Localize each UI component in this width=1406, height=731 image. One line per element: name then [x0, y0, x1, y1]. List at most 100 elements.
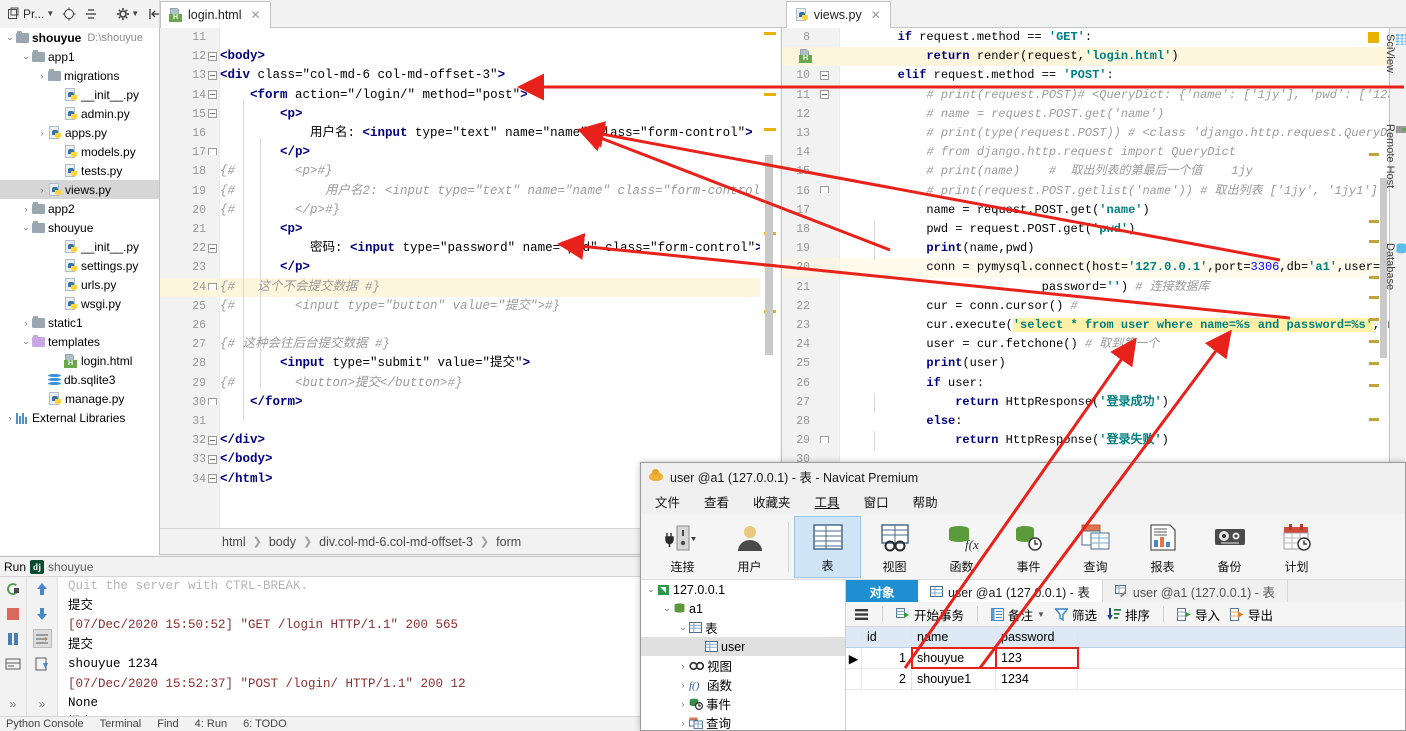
chevron-right-icon[interactable]: › — [36, 180, 48, 199]
navicat-window[interactable]: user @a1 (127.0.0.1) - 表 - Navicat Premi… — [640, 462, 1406, 731]
project-tree-panel[interactable]: ⌄ shouyue D:\shouyue ⌄ app1 › migrations __init… — [0, 28, 160, 555]
collapse-all-button[interactable] — [81, 3, 101, 25]
close-icon[interactable]: ✕ — [251, 8, 261, 22]
toolbar-backup[interactable]: 备份 — [1196, 516, 1263, 578]
toolbar-query[interactable]: 查询 — [1062, 516, 1129, 578]
editor-login-html[interactable]: 11 12 13 14 15 16 17 18 19 20 21 22 23 24 25 26 27 28 29 30… — [160, 28, 780, 528]
navicat-tree-item--[interactable]: ⌄ 表 — [641, 618, 845, 637]
tree-item---init---py[interactable]: __init__.py — [0, 85, 159, 104]
status-item-todo[interactable]: 6: TODO — [243, 718, 287, 730]
tool-database[interactable]: Database — [1384, 243, 1406, 290]
tab-views-py[interactable]: views.py ✕ — [785, 0, 891, 28]
toolbar-table[interactable]: 表 — [794, 515, 861, 578]
tree-item-manage-py[interactable]: manage.py — [0, 389, 159, 408]
tab-user-table-editor[interactable]: user @a1 (127.0.0.1) - 表 — [1102, 580, 1288, 602]
toolbar-function[interactable]: f(x) 函数 — [928, 516, 995, 578]
fold-toggle[interactable] — [208, 71, 217, 80]
status-item-find[interactable]: Find — [157, 718, 178, 730]
fold-toggle[interactable] — [820, 90, 829, 99]
code-content-left[interactable]: <body> <div class="col-md-6 col-md-offset… — [220, 28, 780, 528]
chevron-right-icon[interactable]: › — [4, 408, 16, 427]
status-item-terminal[interactable]: Terminal — [100, 718, 142, 730]
menu-tools[interactable]: 工具 — [815, 492, 840, 511]
chevron-down-icon[interactable]: ⌄ — [20, 332, 32, 351]
grid-col-password[interactable]: password — [996, 627, 1078, 647]
chevron-down-icon[interactable]: ⌄ — [645, 580, 657, 599]
navicat-tree-item---[interactable]: › f() 函数 — [641, 675, 845, 694]
fold-toggle[interactable] — [208, 52, 217, 61]
pause-button[interactable] — [4, 629, 23, 648]
fold-toggle[interactable] — [820, 71, 829, 80]
chevron-down-icon[interactable]: ⌄ — [20, 47, 32, 66]
project-selector-button[interactable]: Pr... ▼ — [4, 3, 57, 25]
navicat-tree-item-user[interactable]: user — [641, 637, 845, 656]
tree-item-db-sqlite3[interactable]: db.sqlite3 — [0, 370, 159, 389]
breadcrumb-item-div[interactable]: div.col-md-6.col-md-offset-3 — [319, 535, 473, 549]
chevron-right-icon[interactable]: › — [20, 313, 32, 332]
fold-toggle[interactable] — [208, 436, 217, 445]
chevron-down-icon[interactable]: ⌄ — [20, 218, 32, 237]
tree-item-wsgi-py[interactable]: wsgi.py — [0, 294, 159, 313]
cell-password[interactable]: 123 — [995, 647, 1079, 669]
chevron-right-icon[interactable]: › — [677, 656, 689, 675]
fold-end[interactable] — [208, 148, 217, 155]
rerun-button[interactable] — [4, 579, 23, 598]
chevron-down-icon[interactable]: ⌄ — [4, 28, 16, 47]
tree-item-shouyue[interactable]: ⌄ shouyue — [0, 218, 159, 237]
toolbar-user[interactable]: 用户 — [716, 516, 783, 578]
tree-item-app1[interactable]: ⌄ app1 — [0, 47, 159, 66]
status-item-python-console[interactable]: Python Console — [6, 718, 84, 730]
fold-end[interactable] — [208, 398, 217, 405]
table-row[interactable]: 2 shouyue1 1234 — [846, 669, 1405, 690]
editor-scrollbar-left[interactable] — [765, 155, 773, 355]
tree-item---init---py[interactable]: __init__.py — [0, 237, 159, 256]
menu-favorites[interactable]: 收藏夹 — [753, 492, 791, 511]
tree-item-external-libraries[interactable]: › External Libraries — [0, 408, 159, 427]
breadcrumb-item-form[interactable]: form — [496, 535, 521, 549]
navicat-tree-item-127-0-0-1[interactable]: ⌄ 127.0.0.1 — [641, 580, 845, 599]
menu-help[interactable]: 帮助 — [913, 492, 938, 511]
tree-item-static1[interactable]: › static1 — [0, 313, 159, 332]
cell-name[interactable]: shouyue — [911, 647, 997, 669]
editor-views-py[interactable]: 8910111213141516171819202122232425262728… — [781, 28, 1389, 468]
tree-item-tests-py[interactable]: tests.py — [0, 161, 159, 180]
tree-item-login-html[interactable]: Hlogin.html — [0, 351, 159, 370]
save-output-button[interactable] — [33, 654, 52, 673]
scroll-down-button[interactable] — [33, 604, 52, 623]
tree-item-urls-py[interactable]: urls.py — [0, 275, 159, 294]
fold-end[interactable] — [208, 283, 217, 290]
tab-user-table[interactable]: user @a1 (127.0.0.1) - 表 — [918, 580, 1103, 602]
start-transaction-button[interactable]: 开始事务 — [896, 605, 964, 624]
toolbar-connection[interactable]: 连接 — [649, 516, 716, 578]
tree-item-shouyue[interactable]: ⌄ shouyue D:\shouyue — [0, 28, 159, 47]
fold-end[interactable] — [820, 436, 829, 443]
menu-window[interactable]: 窗口 — [864, 492, 889, 511]
tree-item-app2[interactable]: › app2 — [0, 199, 159, 218]
settings-button[interactable]: ▼ — [113, 3, 142, 25]
toolbar-view[interactable]: 视图 — [861, 516, 928, 578]
note-button[interactable]: 备注 ▼ — [991, 605, 1045, 624]
tree-item-apps-py[interactable]: › apps.py — [0, 123, 159, 142]
fold-end[interactable] — [820, 186, 829, 193]
status-item-run[interactable]: 4: Run — [195, 718, 227, 730]
tree-item-models-py[interactable]: models.py — [0, 142, 159, 161]
chevron-right-icon[interactable]: › — [677, 713, 689, 730]
cell-id[interactable]: 1 — [862, 648, 912, 668]
chevron-down-icon[interactable]: ⌄ — [661, 599, 673, 618]
locate-file-button[interactable] — [59, 3, 79, 25]
chevron-right-icon[interactable]: › — [677, 675, 689, 694]
fold-toggle[interactable] — [208, 109, 217, 118]
grid-col-name[interactable]: name — [912, 627, 996, 647]
grid-col-id[interactable]: id — [862, 627, 912, 647]
import-button[interactable]: 导入 — [1176, 605, 1220, 624]
tree-item-admin-py[interactable]: admin.py — [0, 104, 159, 123]
navicat-tree-item---[interactable]: › 视图 — [641, 656, 845, 675]
cell-id[interactable]: 2 — [862, 669, 912, 689]
navicat-tree-item---[interactable]: › 事件 — [641, 694, 845, 713]
tree-item-migrations[interactable]: › migrations — [0, 66, 159, 85]
navicat-object-tree[interactable]: ⌄127.0.0.1⌄a1⌄表user›视图›f()函数›事件›查询›报表 — [641, 580, 846, 730]
fold-toggle[interactable] — [208, 474, 217, 483]
tab-objects[interactable]: 对象 — [846, 580, 918, 602]
toolbar-schedule[interactable]: 计划 — [1263, 516, 1330, 578]
chevron-right-icon[interactable]: › — [36, 123, 48, 142]
